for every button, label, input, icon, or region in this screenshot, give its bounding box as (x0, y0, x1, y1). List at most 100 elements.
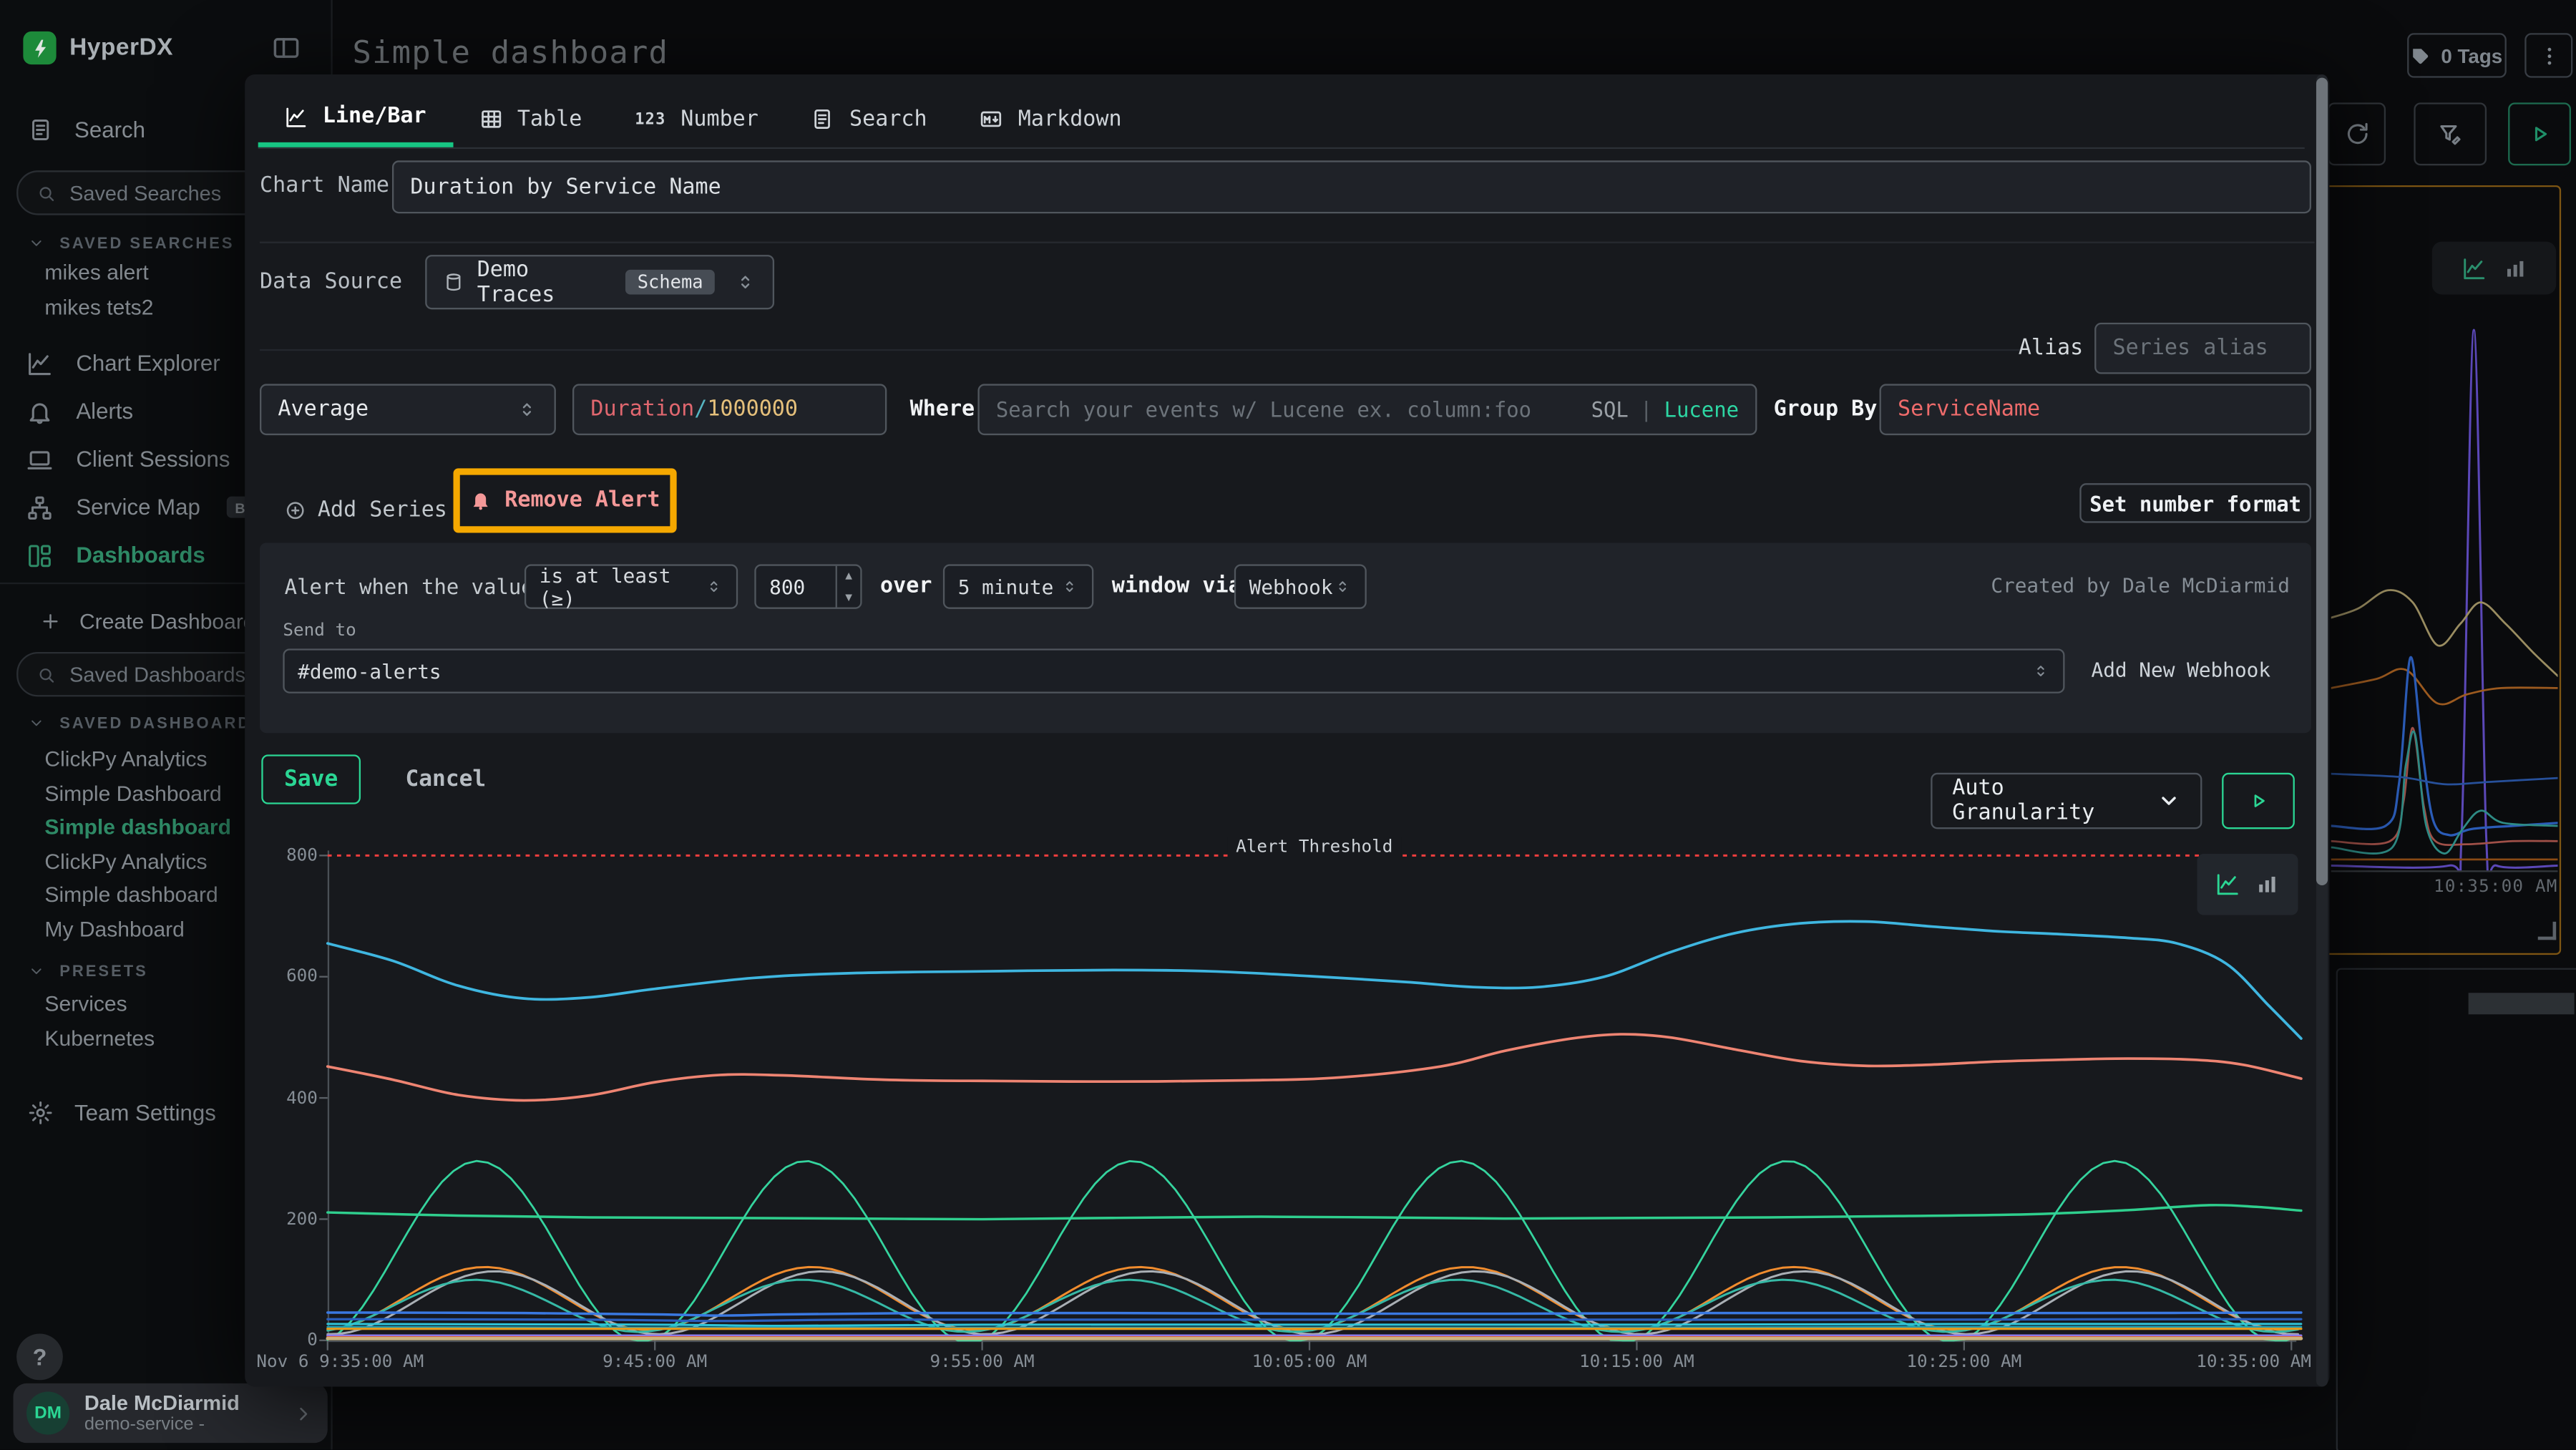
more-options-button[interactable] (2524, 33, 2572, 77)
filter-button[interactable] (2414, 102, 2487, 165)
gear-icon (28, 1099, 53, 1124)
tab-table[interactable]: Table (453, 91, 609, 147)
tag-icon (2411, 46, 2431, 66)
updown-chevron-icon (735, 271, 756, 293)
mini-chart-x-label: 10:35:00 AM (2417, 877, 2558, 897)
timeseries-chart (328, 841, 2306, 1362)
saved-search-item[interactable]: mikes tets2 (44, 295, 153, 325)
preset-item[interactable]: Services (44, 991, 127, 1021)
field-expression: Duration/1000000 (590, 397, 798, 422)
chevron-down-icon (2157, 789, 2180, 812)
send-to-select[interactable]: #demo-alerts (283, 648, 2064, 693)
updown-chevron-icon (705, 578, 723, 595)
x-tick-label: 10:35:00 AM (2129, 1352, 2311, 1372)
alias-input[interactable]: Series alias (2094, 323, 2311, 374)
alert-threshold-input[interactable]: 800 ▲▼ (754, 564, 862, 608)
page-title: Simple dashboard (352, 35, 668, 72)
user-name: Dale McDiarmid (84, 1391, 240, 1413)
sql-toggle[interactable]: SQL (1591, 397, 1629, 422)
alert-condition-select[interactable]: is at least (≥) (525, 564, 738, 608)
presets-header[interactable]: PRESETS (28, 960, 148, 983)
tab-search[interactable]: Search (785, 91, 954, 147)
run-query-button[interactable] (2508, 102, 2571, 165)
sidebar-collapse-button[interactable] (271, 33, 304, 66)
save-button[interactable]: Save (261, 754, 361, 804)
tab-number[interactable]: 123Number (608, 91, 785, 147)
saved-searches-header[interactable]: SAVED SEARCHES (28, 232, 234, 255)
lucene-toggle[interactable]: Lucene (1664, 397, 1739, 422)
brand-name: HyperDX (69, 35, 173, 62)
send-to-label: Send to (283, 621, 356, 641)
refresh-button[interactable] (2328, 102, 2386, 165)
panel-collapse-icon (271, 33, 301, 63)
tile-resize-handle[interactable] (2538, 922, 2556, 940)
play-icon (2527, 121, 2553, 147)
background-mini-chart (2331, 256, 2558, 872)
alert-channel-select[interactable]: Webhook (1234, 564, 1367, 608)
plus-icon (39, 610, 61, 631)
granularity-select[interactable]: Auto Granularity (1931, 773, 2202, 829)
x-tick-label: 10:05:00 AM (1210, 1352, 1408, 1372)
number-icon: 123 (635, 110, 665, 128)
search-icon (36, 183, 57, 203)
x-tick-label: 9:55:00 AM (883, 1352, 1081, 1372)
chevron-down-icon (28, 963, 44, 980)
add-series-button[interactable]: Add Series (285, 488, 447, 531)
saved-search-item[interactable]: mikes alert (44, 260, 148, 290)
bell-icon (470, 490, 492, 511)
dashboard-list-item[interactable]: Simple Dashboard (44, 780, 221, 810)
dashboard-list-item[interactable]: Simple dashboard (44, 882, 218, 912)
log-search-icon (28, 117, 53, 142)
grid-icon (26, 542, 53, 568)
data-source-select[interactable]: Demo Traces Schema (425, 255, 774, 309)
bell-icon (26, 398, 53, 424)
refresh-icon (2343, 121, 2370, 147)
number-stepper[interactable]: ▲▼ (836, 566, 861, 608)
dashboard-list-item[interactable]: ClickPy Analytics (44, 848, 207, 878)
dashboard-list-item[interactable]: Simple dashboard (44, 814, 231, 845)
divider (260, 349, 2021, 351)
saved-dashboards-header[interactable]: SAVED DASHBOARDS (28, 711, 264, 734)
dashboard-list-item[interactable]: My Dashboard (44, 916, 184, 946)
chart-type-tabs: Line/BarTable123NumberSearchMarkdown (258, 91, 2305, 149)
divider (260, 242, 2315, 243)
over-label: over (880, 564, 932, 608)
chart-name-label: Chart Name (260, 160, 389, 213)
kebab-menu-icon (2537, 44, 2560, 67)
laptop-icon (26, 446, 53, 472)
run-chart-button[interactable] (2222, 773, 2295, 829)
help-button[interactable]: ? (16, 1334, 63, 1381)
preset-item[interactable]: Kubernetes (44, 1026, 155, 1056)
chart-type-toggle[interactable] (2197, 854, 2298, 915)
cancel-button[interactable]: Cancel (405, 754, 486, 804)
created-by-label: Created by Dale McDiarmid (1991, 564, 2290, 608)
aggregation-select[interactable]: Average (260, 384, 556, 435)
alert-window-select[interactable]: 5 minute (943, 564, 1093, 608)
dashboard-list-item[interactable]: ClickPy Analytics (44, 746, 207, 777)
set-number-format-button[interactable]: Set number format (2079, 483, 2311, 522)
remove-alert-button[interactable]: Remove Alert (470, 488, 660, 513)
play-icon (2247, 789, 2270, 812)
avatar: DM (26, 1391, 69, 1434)
chart-name-input[interactable]: Duration by Service Name (392, 160, 2311, 213)
tab-markdown[interactable]: Markdown (954, 91, 1148, 147)
modal-scrollbar-thumb[interactable] (2316, 78, 2328, 885)
field-input[interactable]: Duration/1000000 (572, 384, 887, 435)
tab-line-bar[interactable]: Line/Bar (258, 91, 453, 147)
window-via-label: window via (1112, 564, 1241, 608)
add-new-webhook-link[interactable]: Add New Webhook (2091, 648, 2270, 693)
where-search-input[interactable]: Search your events w/ Lucene ex. column:… (977, 384, 1757, 435)
edit-chart-modal: Line/BarTable123NumberSearchMarkdown Cha… (245, 74, 2329, 1386)
y-tick-label: 600 (268, 967, 318, 987)
where-label: Where (910, 384, 975, 435)
y-tick-label: 800 (268, 845, 318, 865)
chevron-down-icon (28, 235, 44, 251)
alias-label: Alias (2019, 323, 2078, 374)
updown-chevron-icon (2031, 662, 2049, 680)
user-subtitle: demo-service - (84, 1414, 240, 1436)
x-tick-label: 10:25:00 AM (1865, 1352, 2063, 1372)
line-chart-icon (2215, 872, 2240, 897)
tags-button[interactable]: 0 Tags (2407, 33, 2507, 77)
group-by-input[interactable]: ServiceName (1880, 384, 2311, 435)
user-card[interactable]: DM Dale McDiarmid demo-service - (13, 1383, 327, 1443)
